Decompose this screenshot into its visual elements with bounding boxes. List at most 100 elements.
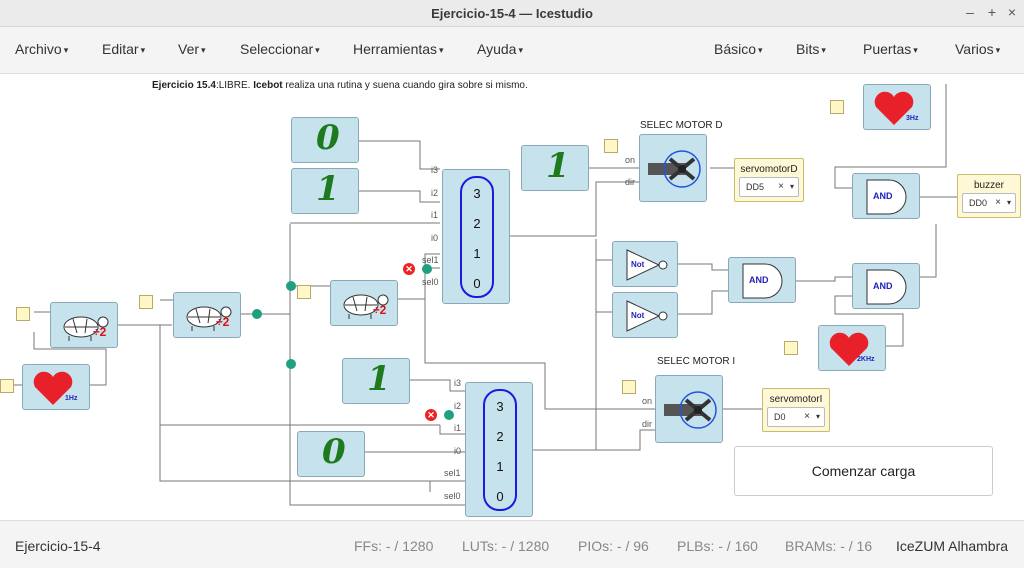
- port-label: on: [625, 155, 636, 165]
- pin-select[interactable]: DD0 × ▾: [962, 193, 1016, 213]
- gate-label: AND: [749, 275, 769, 285]
- menu-archivo[interactable]: Archivo ▾: [15, 41, 68, 57]
- port-label: i3: [454, 378, 462, 388]
- output-servomotorD[interactable]: servomotorD DD5 × ▾: [734, 158, 804, 202]
- and-gate-block[interactable]: AND: [852, 263, 920, 309]
- servo-motor-d-block[interactable]: [639, 134, 707, 202]
- constant-block[interactable]: 1: [291, 168, 359, 214]
- menu-basico[interactable]: Básico ▾: [714, 41, 763, 57]
- mux-value: 1: [496, 459, 504, 474]
- prescaler-block[interactable]: ÷2: [50, 302, 118, 348]
- clock-label: 1Hz: [65, 395, 78, 402]
- input-pin[interactable]: [604, 139, 618, 153]
- gate-label: Not: [631, 260, 645, 269]
- heart-icon: [33, 371, 73, 405]
- input-pin[interactable]: [139, 295, 153, 309]
- turtle-icon: [63, 316, 109, 341]
- gate-label: Not: [631, 311, 645, 320]
- circuit-canvas[interactable]: Ejercicio 15.4:LIBRE. Icebot realiza una…: [0, 74, 1024, 520]
- servo-icon: [664, 391, 717, 429]
- output-name: servomotorD: [740, 164, 798, 175]
- maximize-button[interactable]: +: [984, 4, 1000, 20]
- menu-seleccionar[interactable]: Seleccionar ▾: [240, 41, 320, 57]
- multiplexer-block[interactable]: 3 2 1 0: [465, 382, 533, 517]
- clock-label: 3Hz: [906, 115, 919, 122]
- brams-count: BRAMs: - / 16: [785, 538, 873, 554]
- port-label: on: [642, 396, 653, 406]
- luts-count: LUTs: - / 1280: [462, 538, 550, 554]
- constant-block[interactable]: 0: [297, 431, 365, 477]
- clock-3hz-block[interactable]: 3Hz: [863, 84, 931, 130]
- port-label: sel0: [422, 277, 439, 287]
- menu-ver[interactable]: Ver ▾: [178, 41, 206, 57]
- menu-ayuda[interactable]: Ayuda ▾: [477, 41, 523, 57]
- input-pin[interactable]: [622, 380, 636, 394]
- constant-value: 1: [316, 169, 340, 209]
- project-name: Ejercicio-15-4: [15, 538, 101, 554]
- plbs-count: PLBs: - / 160: [677, 538, 758, 554]
- clock-1hz-block[interactable]: 1Hz: [22, 364, 90, 410]
- port-label: i1: [431, 210, 439, 220]
- constant-value: 1: [546, 146, 570, 186]
- comenzar-carga-button[interactable]: Comenzar carga: [734, 446, 993, 496]
- menu-varios[interactable]: Varios ▾: [955, 41, 1000, 57]
- input-pin[interactable]: [16, 307, 30, 321]
- menu-puertas[interactable]: Puertas ▾: [863, 41, 918, 57]
- heart-icon: [874, 91, 914, 125]
- constant-block[interactable]: 1: [521, 145, 589, 191]
- output-name: buzzer: [973, 180, 1004, 191]
- menu-bits[interactable]: Bits ▾: [796, 41, 826, 57]
- constant-block[interactable]: 1: [342, 358, 410, 404]
- servo-motor-i-block[interactable]: [655, 375, 723, 443]
- not-gate-icon: [626, 249, 668, 281]
- turtle-icon: [343, 294, 389, 319]
- servo-i-title: SELEC MOTOR I: [657, 356, 736, 367]
- prescaler-block[interactable]: ÷2: [173, 292, 241, 338]
- output-buzzer[interactable]: buzzer DD0 × ▾: [957, 174, 1021, 218]
- output-name: servomotorI: [769, 394, 823, 405]
- status-bar: Ejercicio-15-4 FFs: - / 1280 LUTs: - / 1…: [0, 520, 1024, 568]
- port-label: sel0: [444, 491, 461, 501]
- minimize-button[interactable]: –: [962, 4, 978, 20]
- pin-select[interactable]: DD5 × ▾: [739, 177, 799, 197]
- mux-value: 3: [473, 186, 481, 201]
- ffs-count: FFs: - / 1280: [354, 538, 434, 554]
- mux-value: 1: [473, 246, 481, 261]
- menu-bar: Archivo ▾ Editar ▾ Ver ▾ Seleccionar ▾ Herra…: [0, 27, 1024, 74]
- pin-select[interactable]: D0 × ▾: [767, 407, 825, 427]
- clock-2khz-block[interactable]: 2KHz: [818, 325, 886, 371]
- not-gate-block[interactable]: Not: [612, 241, 678, 287]
- not-gate-block[interactable]: Not: [612, 292, 678, 338]
- port-label: dir: [625, 177, 636, 187]
- constant-block[interactable]: 0: [291, 117, 359, 163]
- unconnected-x-icon[interactable]: ✕: [403, 263, 415, 275]
- menu-herramientas[interactable]: Herramientas ▾: [353, 41, 444, 57]
- constant-value: 0: [316, 118, 340, 158]
- input-pin[interactable]: [297, 285, 311, 299]
- input-pin[interactable]: [784, 341, 798, 355]
- port-label: dir: [642, 419, 653, 429]
- multiplexer-block[interactable]: 3 2 1 0: [442, 169, 510, 304]
- output-servomotorI[interactable]: servomotorI D0 × ▾: [762, 388, 830, 432]
- divider-label: ÷2: [93, 325, 107, 339]
- and-gate-block[interactable]: AND: [728, 257, 796, 303]
- junction-dot: [444, 410, 454, 420]
- servo-icon: [648, 150, 701, 188]
- mux-value: 3: [496, 399, 504, 414]
- mux-value: 0: [496, 489, 504, 504]
- port-label: i2: [454, 401, 462, 411]
- board-name[interactable]: IceZUM Alhambra: [896, 538, 1008, 554]
- input-pin[interactable]: [830, 100, 844, 114]
- close-button[interactable]: ×: [1004, 4, 1020, 20]
- junction-dot: [252, 309, 262, 319]
- port-label: i0: [454, 446, 462, 456]
- constant-value: 0: [322, 432, 346, 472]
- gate-label: AND: [873, 281, 893, 291]
- menu-editar[interactable]: Editar ▾: [102, 41, 145, 57]
- input-pin[interactable]: [0, 379, 14, 393]
- junction-dot: [422, 264, 432, 274]
- heart-icon: [829, 332, 869, 366]
- unconnected-x-icon[interactable]: ✕: [425, 409, 437, 421]
- and-gate-block[interactable]: AND: [852, 173, 920, 219]
- prescaler-block[interactable]: ÷2: [330, 280, 398, 326]
